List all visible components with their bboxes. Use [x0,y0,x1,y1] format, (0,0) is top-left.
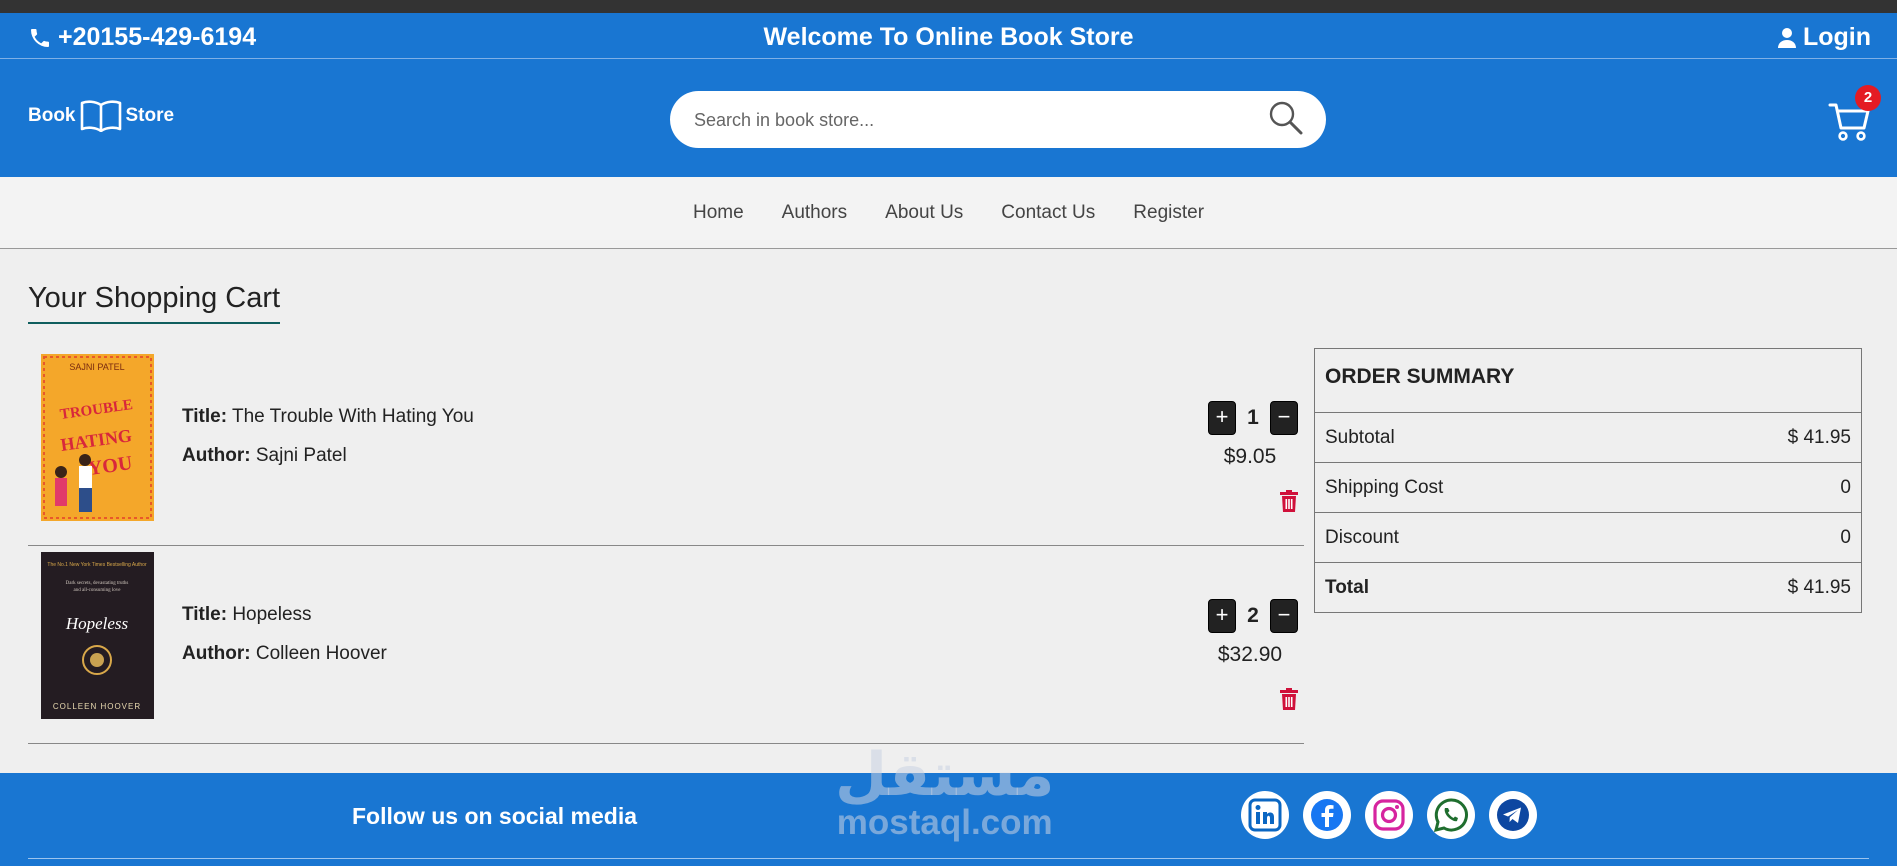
phone-contact[interactable]: +20155-429-6194 [28,23,256,52]
subtotal-label: Subtotal [1325,426,1395,448]
item-title-row: Title: The Trouble With Hating You [182,406,474,428]
instagram-icon [1373,799,1405,831]
summary-shipping-row: Shipping Cost 0 [1315,463,1861,513]
svg-text:and all-consuming love: and all-consuming love [74,588,122,593]
telegram-icon [1497,799,1529,831]
nav-about-us[interactable]: About Us [885,202,963,224]
item-author: Sajni Patel [255,445,347,466]
item-title-row: Title: Hopeless [182,604,312,626]
login-label: Login [1802,23,1871,51]
linkedin-icon [1248,798,1282,832]
top-contact-bar: +20155-429-6194 Welcome To Online Book S… [0,13,1897,59]
book-cover-image[interactable]: SAJNI PATEL TROUBLE HATING YOU [41,354,154,521]
cart-count-badge: 2 [1855,85,1881,111]
watermark: مستقل mostaql.com [835,745,1054,841]
browser-top-strip [0,0,1897,13]
order-summary: ORDER SUMMARY Subtotal $ 41.95 Shipping C… [1314,348,1862,613]
trash-icon[interactable] [1280,490,1298,512]
decrease-quantity-button[interactable]: − [1270,401,1298,435]
phone-number: +20155-429-6194 [58,23,257,51]
total-value: $ 41.95 [1787,576,1851,598]
footer-divider [28,858,1869,859]
search-input[interactable] [692,103,1256,137]
item-title: Hopeless [232,604,312,625]
author-label: Author: [182,643,251,664]
logo-text-right: Store [125,105,175,126]
welcome-text: Welcome To Online Book Store [763,23,1134,51]
welcome-banner: Welcome To Online Book Store [0,23,1897,52]
login-link[interactable]: Login [1777,23,1871,52]
phone-icon [31,28,49,47]
shipping-value: 0 [1840,476,1851,498]
search-bar [670,91,1326,148]
facebook-link[interactable] [1303,791,1351,839]
svg-text:Dark secrets, devastating trut: Dark secrets, devastating truths [66,581,129,586]
title-label: Title: [182,406,228,427]
item-title: The Trouble With Hating You [231,406,474,427]
subtotal-value: $ 41.95 [1787,426,1851,448]
title-label: Title: [182,604,228,625]
summary-heading: ORDER SUMMARY [1315,349,1861,413]
user-icon [1777,27,1796,48]
item-author-row: Author: Sajni Patel [182,445,347,467]
social-links [1241,791,1537,839]
author-label: Author: [182,445,251,466]
shipping-label: Shipping Cost [1325,476,1444,498]
facebook-icon [1311,799,1343,831]
summary-subtotal-row: Subtotal $ 41.95 [1315,413,1861,463]
nav-register[interactable]: Register [1133,202,1204,224]
whatsapp-link[interactable] [1427,791,1475,839]
item-price: $32.90 [1217,643,1283,666]
cover-author-text: COLLEEN HOOVER [53,702,141,711]
site-logo[interactable]: Book Store [28,100,174,132]
increase-quantity-button[interactable]: + [1208,599,1236,633]
logo-text-left: Book [28,105,76,126]
quantity-stepper: + 1 − [1208,401,1298,435]
trash-icon[interactable] [1280,688,1298,710]
follow-us-text: Follow us on social media [352,803,637,829]
summary-total-row: Total $ 41.95 [1315,563,1861,612]
discount-value: 0 [1840,526,1851,548]
open-book-icon [80,100,121,132]
linkedin-link[interactable] [1241,791,1289,839]
nav-home[interactable]: Home [693,202,744,224]
main-header: Book Store 2 [0,59,1897,177]
page-title: Your Shopping Cart [28,282,281,324]
instagram-link[interactable] [1365,791,1413,839]
book-cover-image[interactable]: The No.1 New York Times Bestselling Auth… [41,552,154,719]
nav-contact-us[interactable]: Contact Us [1001,202,1095,224]
summary-discount-row: Discount 0 [1315,513,1861,563]
item-price: $9.05 [1223,445,1277,468]
item-quantity: 2 [1247,604,1259,627]
cart-item: The No.1 New York Times Bestselling Auth… [28,546,1304,744]
cover-author-text: SAJNI PATEL [69,362,124,372]
increase-quantity-button[interactable]: + [1208,401,1236,435]
telegram-link[interactable] [1489,791,1537,839]
whatsapp-icon [1433,798,1468,833]
item-author-row: Author: Colleen Hoover [182,643,387,665]
main-nav: Home Authors About Us Contact Us Registe… [0,177,1897,249]
cart-item: SAJNI PATEL TROUBLE HATING YOU Title: Th… [28,348,1304,546]
watermark-latin-text: mostaql.com [836,803,1053,842]
item-quantity: 1 [1247,406,1259,429]
quantity-stepper: + 2 − [1208,599,1298,633]
total-label: Total [1325,576,1369,598]
cover-title-text: Hopeless [65,614,129,633]
decrease-quantity-button[interactable]: − [1270,599,1298,633]
discount-label: Discount [1325,526,1399,548]
watermark-arabic-text: مستقل [835,740,1055,810]
svg-text:The No.1 New York Times Bestse: The No.1 New York Times Bestselling Auth… [47,562,147,568]
nav-authors[interactable]: Authors [782,202,847,224]
search-icon[interactable] [1268,100,1304,136]
item-author: Colleen Hoover [255,643,387,664]
